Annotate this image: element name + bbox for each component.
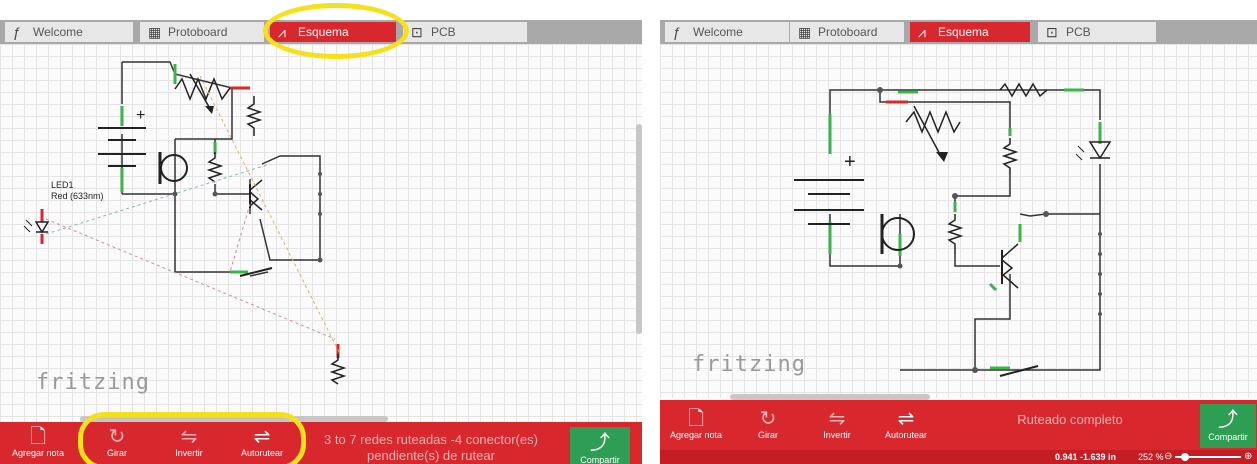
fritzing-f-icon: ƒ (673, 24, 681, 40)
tab-label: PCB (1066, 25, 1091, 39)
part-sublabel: Red (633nm) (51, 191, 104, 201)
tab-label: Protoboard (168, 25, 228, 39)
note-icon: 🗋 (687, 408, 705, 430)
zoom-level: 252 % (1138, 452, 1164, 462)
tab-welcome[interactable]: ƒ Welcome (5, 22, 133, 42)
rotate-icon: ↻ (759, 408, 777, 430)
autoroute-label: Autorutear (884, 430, 928, 440)
autoroute-icon: ⇌ (253, 426, 271, 448)
svg-text:+: + (844, 151, 856, 173)
rotate-label: Girar (107, 448, 127, 458)
autoroute-label: Autorutear (240, 448, 284, 458)
breadboard-icon: ▦ (148, 24, 162, 40)
rotate-button[interactable]: ↻ Girar (746, 408, 790, 440)
rotate-button[interactable]: ↻ Girar (92, 426, 142, 458)
cursor-coordinates: 0.941 -1.639 in (1055, 452, 1117, 462)
fritzing-logo: fritzing (36, 370, 150, 395)
autoroute-button[interactable]: ⇌ Autorutear (232, 426, 292, 458)
fritzing-f-icon: ƒ (13, 24, 21, 40)
status-bar: 0.941 -1.639 in 252 % ⊖ ⊕ (660, 450, 1257, 464)
share-label: Compartir (1208, 432, 1248, 442)
fritzing-logo: fritzing (692, 352, 806, 377)
flip-button[interactable]: ⇋ Invertir (164, 426, 214, 458)
tab-label: Protoboard (818, 25, 878, 39)
zoom-slider-knob[interactable] (1181, 453, 1189, 461)
flip-icon: ⇋ (180, 426, 198, 448)
schematic-canvas[interactable]: + (660, 44, 1257, 400)
schematic-drawing: + (794, 82, 1112, 377)
tab-welcome[interactable]: ƒ Welcome (665, 22, 789, 42)
pcb-icon: ⊡ (1046, 24, 1058, 40)
share-button[interactable]: ⤴ Compartir (1200, 404, 1256, 448)
flip-label: Invertir (175, 448, 203, 458)
add-note-button[interactable]: 🗋 Agregar nota (668, 408, 724, 440)
vertical-scrollbar[interactable] (636, 124, 642, 334)
add-note-label: Agregar nota (669, 430, 723, 440)
tab-bar: ƒ Welcome ▦ Protoboard ⩘ Esquema ⊡ PCB (660, 20, 1257, 44)
flip-button[interactable]: ⇋ Invertir (812, 408, 862, 440)
zoom-in-icon[interactable]: ⊕ (1244, 451, 1252, 462)
tab-esquema[interactable]: ⩘ Esquema (910, 22, 1030, 42)
tab-pcb[interactable]: ⊡ PCB (1038, 22, 1156, 42)
tab-label: Welcome (33, 25, 83, 39)
note-icon: 🗋 (29, 426, 47, 448)
tab-esquema[interactable]: ⩘ Esquema (270, 22, 396, 42)
bottom-toolbar: 🗋 Agregar nota ↻ Girar ⇋ Invertir ⇌ Auto… (0, 422, 642, 464)
autoroute-button[interactable]: ⇌ Autorutear (878, 408, 934, 440)
flip-label: Invertir (823, 430, 851, 440)
routing-status: Ruteado completo (1017, 412, 1123, 427)
schematic-drawing: + (23, 61, 347, 385)
share-icon: ⤴ (1218, 409, 1238, 431)
share-button[interactable]: ⤴ Compartir (570, 427, 630, 464)
left-screenshot: ƒ Welcome ▦ Protoboard ⩘ Esquema ⊡ PCB +… (0, 0, 642, 464)
tab-bar: ƒ Welcome ▦ Protoboard ⩘ Esquema ⊡ PCB (0, 20, 642, 44)
tab-protoboard[interactable]: ▦ Protoboard (140, 22, 264, 42)
tab-label: Esquema (938, 25, 989, 39)
tab-pcb[interactable]: ⊡ PCB (403, 22, 527, 42)
flip-icon: ⇋ (828, 408, 846, 430)
pcb-icon: ⊡ (411, 24, 423, 40)
svg-text:+: + (136, 107, 145, 124)
share-icon: ⤴ (590, 432, 610, 454)
tab-label: Esquema (298, 25, 349, 39)
share-label: Compartir (580, 455, 620, 464)
add-note-button[interactable]: 🗋 Agregar nota (8, 426, 68, 458)
right-screenshot: ƒ Welcome ▦ Protoboard ⩘ Esquema ⊡ PCB +… (660, 0, 1257, 464)
tab-label: PCB (431, 25, 456, 39)
routing-status: 3 to 7 redes ruteadas -4 conector(es) pe… (324, 432, 538, 463)
autoroute-icon: ⇌ (897, 408, 915, 430)
add-note-label: Agregar nota (11, 448, 65, 458)
rotate-icon: ↻ (108, 426, 126, 448)
tab-protoboard[interactable]: ▦ Protoboard (790, 22, 904, 42)
zoom-slider[interactable] (1175, 453, 1241, 461)
schematic-canvas[interactable]: + (0, 44, 642, 422)
tab-label: Welcome (693, 25, 743, 39)
schematic-icon: ⩘ (278, 24, 286, 40)
schematic-icon: ⩘ (918, 24, 926, 40)
bottom-toolbar: 🗋 Agregar nota ↻ Girar ⇋ Invertir ⇌ Auto… (660, 400, 1257, 464)
zoom-out-icon[interactable]: ⊖ (1164, 451, 1172, 462)
rotate-label: Girar (758, 430, 778, 440)
part-label: LED1 (51, 180, 74, 190)
breadboard-icon: ▦ (798, 24, 812, 40)
